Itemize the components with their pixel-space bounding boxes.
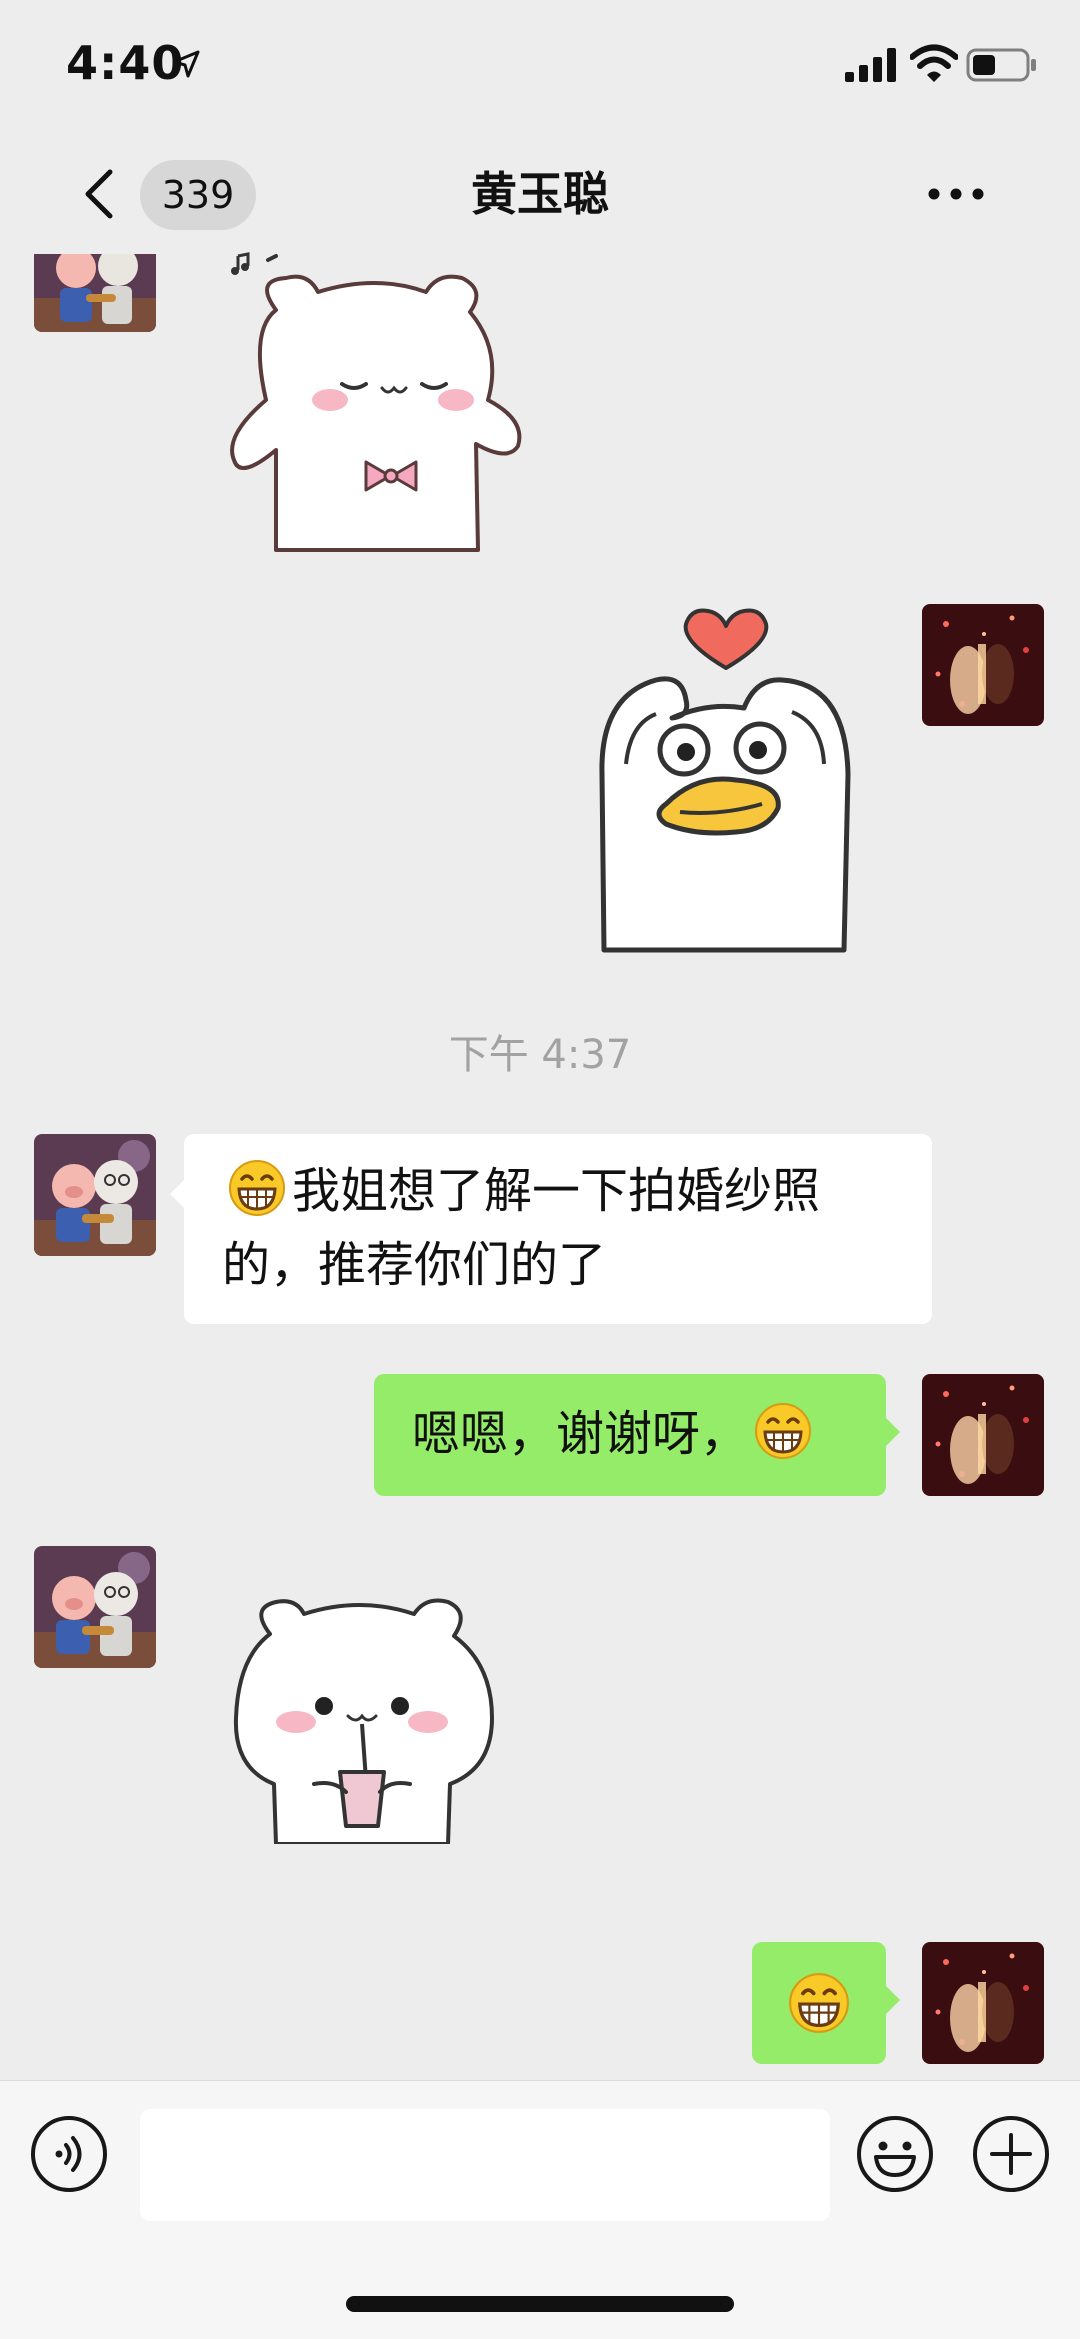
home-indicator xyxy=(346,2296,734,2312)
more-icon[interactable] xyxy=(920,168,992,220)
sticker-bear-bowtie[interactable] xyxy=(226,250,526,560)
my-avatar[interactable] xyxy=(922,604,1044,726)
grin-emoji-icon xyxy=(755,1403,812,1459)
contact-avatar[interactable] xyxy=(34,254,156,332)
outgoing-emoji-bubble[interactable] xyxy=(752,1942,900,2064)
contact-avatar[interactable] xyxy=(34,1134,156,1256)
grin-emoji-icon xyxy=(789,1973,849,2033)
sticker-bear-drinking[interactable] xyxy=(230,1588,500,1844)
outgoing-message-bubble[interactable]: 嗯嗯，谢谢呀， xyxy=(374,1374,900,1496)
emoji-icon[interactable] xyxy=(856,2115,934,2193)
my-avatar[interactable] xyxy=(922,1374,1044,1496)
plus-icon[interactable] xyxy=(972,2115,1050,2193)
battery-icon xyxy=(966,48,1036,82)
contact-avatar[interactable] xyxy=(34,1546,156,1668)
nav-bar: 黄玉聪 339 xyxy=(0,132,1080,254)
incoming-message-bubble[interactable]: 我姐想了解一下拍婚纱照的，推荐你们的了 xyxy=(170,1134,932,1324)
status-time: 4:40 xyxy=(66,36,185,90)
location-arrow-icon xyxy=(172,50,200,78)
voice-icon[interactable] xyxy=(30,2115,108,2193)
back-chevron-icon xyxy=(85,169,113,219)
incoming-message-text: 我姐想了解一下拍婚纱照的，推荐你们的了 xyxy=(222,1163,821,1293)
sticker-duck-heart[interactable] xyxy=(586,604,866,954)
back-button[interactable]: 339 xyxy=(80,158,260,230)
outgoing-message-content: 嗯嗯，谢谢呀， xyxy=(412,1394,818,1474)
outgoing-message-text: 嗯嗯，谢谢呀， xyxy=(412,1406,749,1462)
grin-emoji-icon xyxy=(229,1160,285,1216)
incoming-message-content: 我姐想了解一下拍婚纱照的，推荐你们的了 xyxy=(222,1154,902,1302)
wifi-icon xyxy=(910,44,958,82)
message-input[interactable] xyxy=(140,2109,830,2221)
message-timestamp: 下午 4:37 xyxy=(448,1032,632,1078)
my-avatar[interactable] xyxy=(922,1942,1044,2064)
unread-count-badge: 339 xyxy=(140,160,256,230)
status-bar: 4:40 xyxy=(0,0,1080,132)
signal-icon xyxy=(845,48,896,82)
